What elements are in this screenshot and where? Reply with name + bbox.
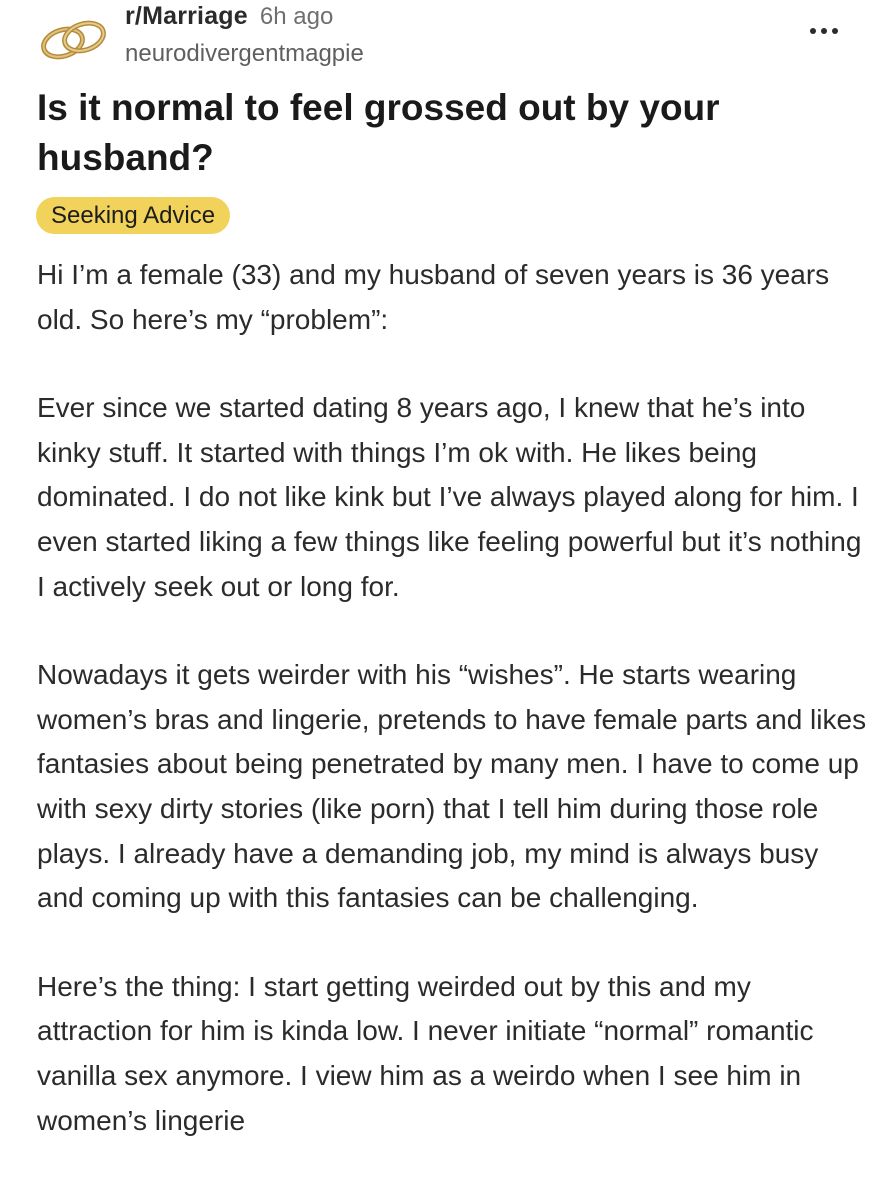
post-paragraph: Hi I’m a female (33) and my husband of s… (37, 259, 830, 335)
subreddit-link[interactable]: r/Marriage (125, 2, 248, 31)
post-header: r/Marriage 6h ago neurodivergentmagpie (0, 0, 895, 80)
post-time: 6h ago (259, 3, 334, 30)
post-meta: r/Marriage 6h ago neurodivergentmagpie (125, 2, 364, 68)
post-paragraph: Here’s the thing: I start getting weirde… (37, 970, 814, 1136)
subreddit-avatar[interactable] (34, 8, 112, 70)
ellipsis-icon (810, 28, 816, 34)
post-paragraph: Nowadays it gets weirder with his “wishe… (37, 659, 867, 914)
wedding-rings-icon (41, 20, 106, 60)
post-body: Hi I’m a female (33) and my husband of s… (37, 253, 872, 1187)
ellipsis-icon (821, 28, 827, 34)
post-flair[interactable]: Seeking Advice (36, 197, 231, 234)
post-title: Is it normal to feel grossed out by your… (37, 87, 720, 178)
post-page: r/Marriage 6h ago neurodivergentmagpie I… (0, 0, 895, 1200)
ellipsis-icon (832, 28, 838, 34)
post-paragraph: Ever since we started dating 8 years ago… (37, 392, 862, 602)
author-link[interactable]: neurodivergentmagpie (125, 40, 364, 68)
more-options-button[interactable] (805, 18, 843, 44)
